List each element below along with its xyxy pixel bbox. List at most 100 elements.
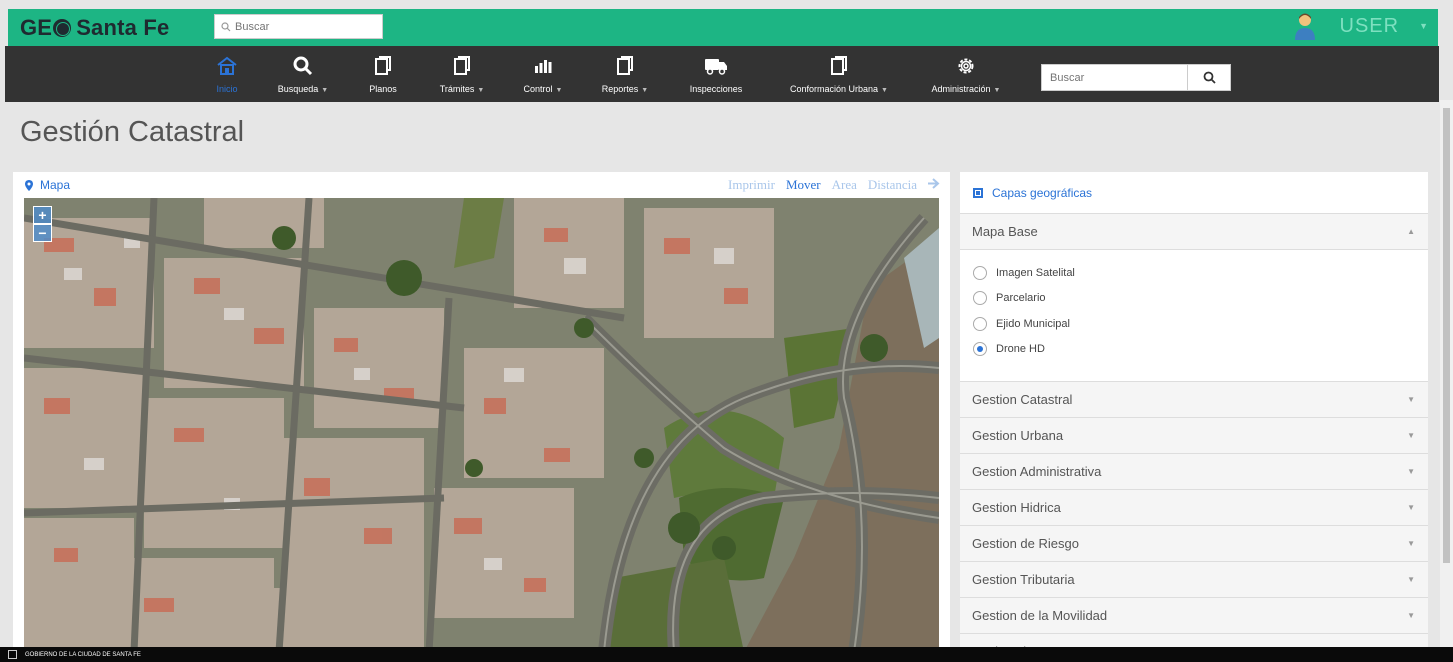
base-map-options: Imagen Satelital Parcelario Ejido Munici… — [960, 250, 1428, 382]
chevron-down-icon: ▼ — [1407, 431, 1415, 440]
scrollbar-thumb[interactable] — [1443, 108, 1450, 563]
layers-title: Capas geográficas — [992, 185, 1093, 200]
map-title-label: Mapa — [40, 178, 71, 192]
accordion-label: Gestion Hidrica — [972, 500, 1061, 515]
footer-bar: GOBIERNO DE LA CIUDAD DE SANTA FE — [0, 647, 1453, 662]
accordion-label: Gestion Catastral — [972, 392, 1073, 407]
radio-drone-hd[interactable]: Drone HD — [973, 337, 1415, 363]
accordion-gestion-de-riesgo[interactable]: Gestion de Riesgo ▼ — [960, 526, 1428, 562]
nav-item-inspecciones[interactable]: Inspecciones — [683, 54, 749, 94]
accordion-label: Gestion Administrativa — [972, 464, 1102, 479]
radio-parcelario[interactable]: Parcelario — [973, 286, 1415, 312]
print-tool[interactable]: Imprimir — [728, 177, 775, 193]
document-icon — [433, 54, 491, 78]
home-icon — [211, 54, 243, 78]
nav-item-reportes[interactable]: Reportes ▼ — [595, 54, 655, 94]
zoom-out-button[interactable]: − — [33, 224, 52, 242]
nav-search-input[interactable] — [1041, 64, 1188, 91]
nav-label-control: Control — [523, 84, 553, 94]
map-canvas[interactable]: + − — [24, 198, 939, 652]
caret-down-icon: ▼ — [477, 87, 485, 94]
layers-icon — [973, 187, 983, 198]
accordion-gestion-catastral[interactable]: Gestion Catastral ▼ — [960, 382, 1428, 418]
aerial-map-image — [24, 198, 939, 652]
chevron-down-icon: ▼ — [1407, 503, 1415, 512]
nav-item-conformacion-urbana[interactable]: Conformación Urbana ▼ — [781, 54, 897, 94]
nav-item-tramites[interactable]: Trámites ▼ — [433, 54, 491, 94]
chevron-down-icon: ▼ — [1407, 539, 1415, 548]
radio-button[interactable] — [973, 291, 987, 306]
document-icon — [781, 54, 897, 78]
radio-ejido-municipal[interactable]: Ejido Municipal — [973, 311, 1415, 337]
app-logo[interactable]: GE Santa Fe — [20, 15, 169, 41]
chevron-up-icon: ▲ — [1407, 227, 1415, 236]
search-icon — [1203, 71, 1216, 84]
main-navbar: Inicio Busqueda ▼ Planos Trámites ▼ Contro… — [5, 46, 1439, 102]
chevron-down-icon: ▼ — [1407, 611, 1415, 620]
logo-suffix: Santa Fe — [76, 15, 170, 40]
arrow-right-icon[interactable] — [928, 177, 940, 193]
radio-label: Ejido Municipal — [996, 317, 1070, 330]
logo-prefix: GE — [20, 15, 53, 40]
nav-label-tramites: Trámites — [439, 84, 475, 94]
layers-panel: Capas geográficas Mapa Base ▲ Imagen Sat… — [960, 172, 1428, 652]
radio-button[interactable] — [973, 265, 987, 280]
header-search-input[interactable] — [235, 20, 375, 33]
caret-down-icon: ▼ — [321, 87, 329, 94]
document-icon — [595, 54, 655, 78]
nav-item-busqueda[interactable]: Busqueda ▼ — [271, 54, 335, 94]
user-name: USER — [1339, 14, 1400, 37]
page-scrollbar[interactable] — [1440, 100, 1453, 647]
nav-search — [1041, 64, 1231, 91]
accordion-label: Gestion de Riesgo — [972, 536, 1079, 551]
accordion-gestion-urbana[interactable]: Gestion Urbana ▼ — [960, 418, 1428, 454]
search-icon — [221, 21, 231, 31]
radio-label: Drone HD — [996, 343, 1045, 356]
accordion-gestion-tributaria[interactable]: Gestion Tributaria ▼ — [960, 562, 1428, 598]
document-icon — [363, 54, 403, 78]
accordion-gestion-administrativa[interactable]: Gestion Administrativa ▼ — [960, 454, 1428, 490]
zoom-control: + − — [33, 206, 52, 242]
user-menu[interactable]: USER ▼ — [1292, 11, 1428, 41]
nav-label-planos: Planos — [369, 84, 397, 94]
city-shield-icon — [8, 650, 17, 659]
nav-search-button[interactable] — [1188, 64, 1231, 91]
nav-label-inspecciones: Inspecciones — [689, 84, 743, 94]
zoom-in-button[interactable]: + — [33, 206, 52, 224]
nav-item-planos[interactable]: Planos — [363, 54, 403, 94]
nav-label-administracion: Administración — [931, 84, 991, 94]
chevron-down-icon: ▼ — [1407, 395, 1415, 404]
move-tool[interactable]: Mover — [786, 177, 821, 193]
accordion-gestion-de-la-movilidad[interactable]: Gestion de la Movilidad ▼ — [960, 598, 1428, 634]
caret-down-icon: ▼ — [993, 87, 1001, 94]
caret-down-icon: ▼ — [641, 87, 649, 94]
accordion-label: Gestion de la Movilidad — [972, 608, 1108, 623]
map-title: Mapa — [25, 178, 70, 192]
nav-label-busqueda: Busqueda — [277, 84, 319, 94]
nav-item-control[interactable]: Control ▼ — [517, 54, 569, 94]
globe-icon — [53, 19, 72, 37]
layers-panel-header: Capas geográficas — [960, 172, 1428, 214]
area-tool[interactable]: Area — [832, 177, 857, 193]
accordion-label: Gestion Tributaria — [972, 572, 1075, 587]
map-marker-icon — [25, 179, 33, 191]
bar-chart-icon — [517, 54, 569, 78]
nav-item-administracion[interactable]: Administración ▼ — [925, 54, 1007, 94]
accordion-gestion-hidrica[interactable]: Gestion Hidrica ▼ — [960, 490, 1428, 526]
nav-label-conformacion-urbana: Conformación Urbana — [790, 84, 879, 94]
search-icon — [271, 54, 335, 78]
radio-button-checked[interactable] — [973, 342, 987, 357]
radio-imagen-satelital[interactable]: Imagen Satelital — [973, 260, 1415, 286]
distance-tool[interactable]: Distancia — [868, 177, 917, 193]
accordion-mapa-base[interactable]: Mapa Base ▲ — [960, 214, 1428, 250]
chevron-down-icon: ▼ — [1407, 575, 1415, 584]
nav-item-inicio[interactable]: Inicio — [211, 54, 243, 94]
top-header-bar: GE Santa Fe USER ▼ — [8, 9, 1438, 46]
header-search-box[interactable] — [214, 14, 383, 39]
map-toolbar: Imprimir Mover Area Distancia — [717, 177, 940, 193]
map-panel: Mapa Imprimir Mover Area Distancia + − — [13, 172, 950, 652]
nav-label-inicio: Inicio — [216, 84, 238, 94]
radio-label: Parcelario — [996, 292, 1046, 305]
radio-button[interactable] — [973, 316, 987, 331]
chevron-down-icon: ▼ — [1419, 21, 1428, 31]
